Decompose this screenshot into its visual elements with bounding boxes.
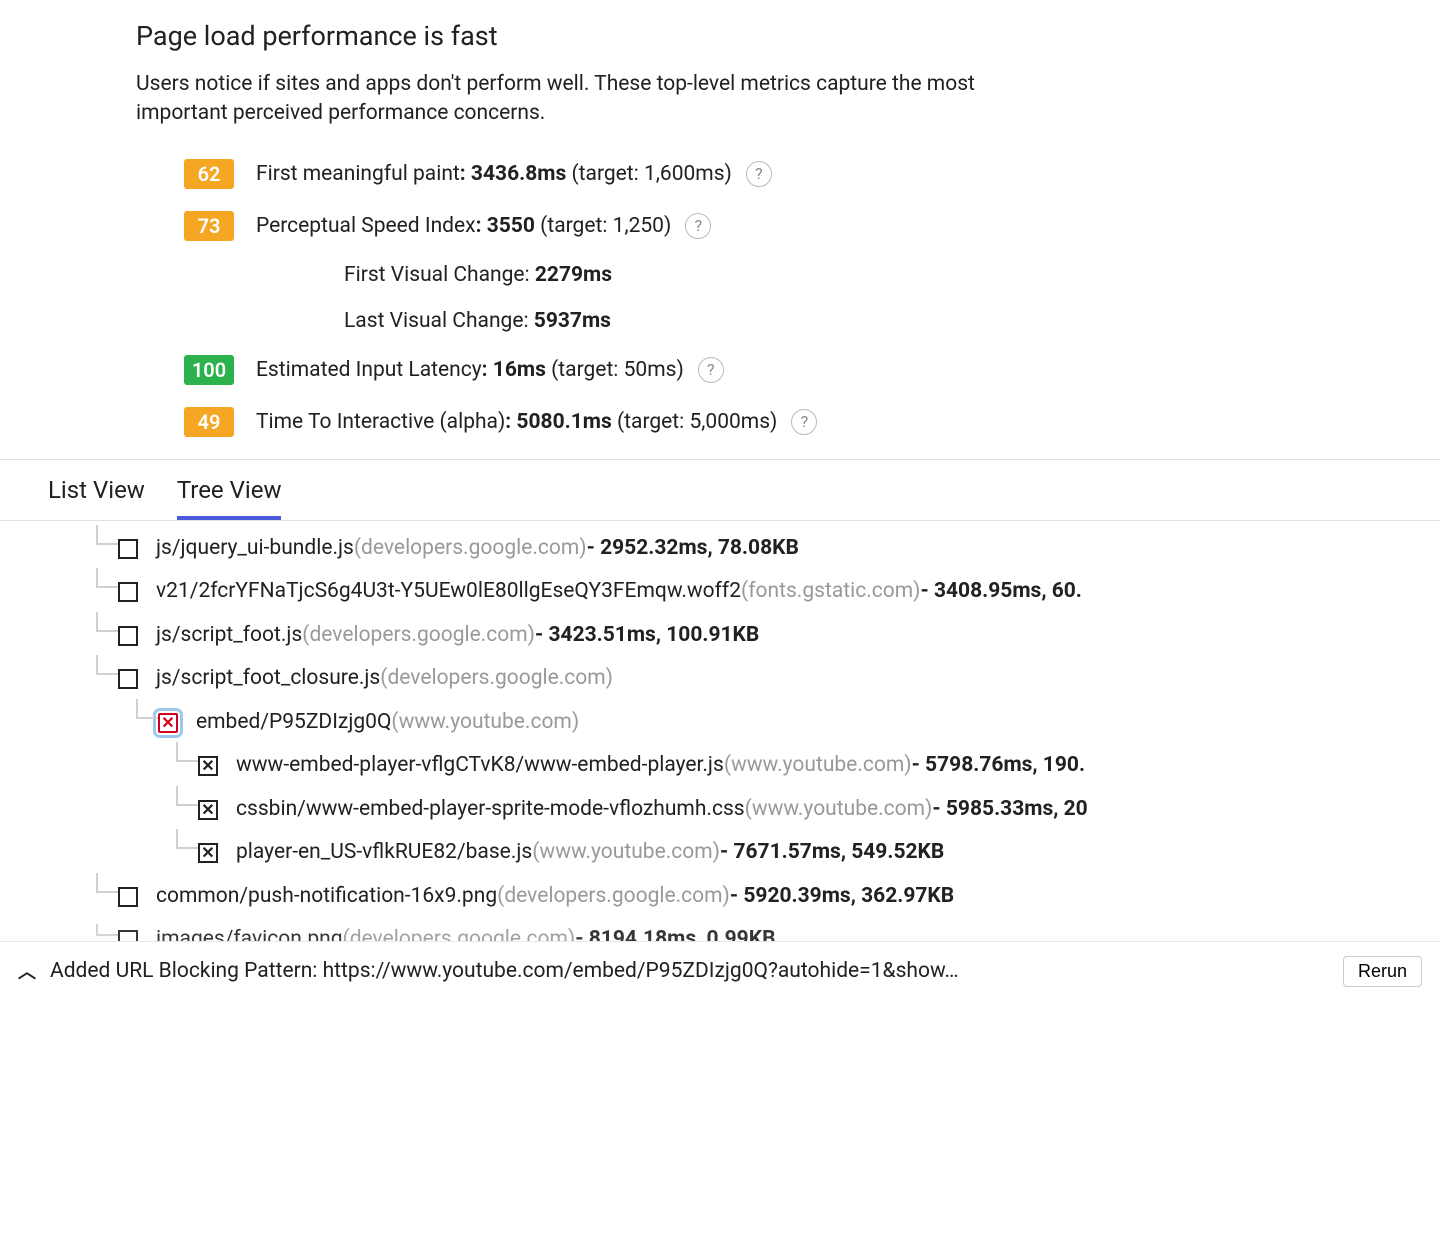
metric-row: 100 Estimated Input Latency: 16ms (target… bbox=[184, 355, 1440, 385]
tree-checkbox-icon[interactable] bbox=[198, 800, 218, 820]
tree-domain: (fonts.gstatic.com) bbox=[741, 576, 920, 608]
tree-connector bbox=[176, 742, 198, 762]
tree-row[interactable]: common/push-notification-16x9.png (devel… bbox=[48, 881, 1440, 913]
tab-tree-view[interactable]: Tree View bbox=[177, 460, 282, 520]
tree-domain: (www.youtube.com) bbox=[532, 837, 720, 869]
tree-row[interactable]: images/favicon.png (developers.google.co… bbox=[48, 924, 1440, 941]
page-title: Page load performance is fast bbox=[136, 20, 1440, 52]
tree-file-name: js/script_foot_closure.js bbox=[156, 663, 380, 695]
tree-stats: - 2952.32ms, 78.08KB bbox=[587, 533, 799, 565]
metric-value: : 16ms bbox=[482, 358, 551, 382]
metric-target: (target: 5,000ms) bbox=[617, 410, 777, 434]
metric-value: : 3550 bbox=[476, 214, 541, 238]
tree-checkbox-icon[interactable] bbox=[118, 930, 138, 941]
metric-label: Estimated Input Latency: 16ms (target: 5… bbox=[256, 358, 684, 382]
tree-connector bbox=[176, 786, 198, 806]
rerun-button[interactable]: Rerun bbox=[1343, 956, 1422, 987]
tree-stats: - 3423.51ms, 100.91KB bbox=[535, 620, 759, 652]
status-text: Added URL Blocking Pattern: https://www.… bbox=[50, 959, 1329, 983]
tree-domain: (developers.google.com) bbox=[497, 881, 730, 913]
tree-stats: - 5798.76ms, 190. bbox=[912, 750, 1085, 782]
tree-checkbox-icon[interactable] bbox=[118, 626, 138, 646]
metrics-list: 62 First meaningful paint: 3436.8ms (targ… bbox=[184, 159, 1440, 437]
tree-connector bbox=[96, 525, 118, 545]
metric-label: First meaningful paint: 3436.8ms (target… bbox=[256, 162, 732, 186]
metric-label: Time To Interactive (alpha): 5080.1ms (t… bbox=[256, 410, 777, 434]
score-badge: 49 bbox=[184, 407, 234, 437]
metric-row: 73 Perceptual Speed Index: 3550 (target: … bbox=[184, 211, 1440, 241]
tree-file-name: common/push-notification-16x9.png bbox=[156, 881, 497, 913]
tree-domain: (www.youtube.com) bbox=[391, 707, 579, 739]
sub-metric-row: Last Visual Change: 5937ms bbox=[344, 309, 1440, 333]
tree-domain: (www.youtube.com) bbox=[724, 750, 912, 782]
tree-connector bbox=[96, 873, 118, 893]
tree-stats: - 5985.33ms, 20 bbox=[932, 794, 1087, 826]
tree-row[interactable]: js/script_foot.js (developers.google.com… bbox=[48, 620, 1440, 652]
tree-domain: (developers.google.com) bbox=[302, 620, 535, 652]
tree-file-name: js/jquery_ui-bundle.js bbox=[156, 533, 354, 565]
metric-value: : 3436.8ms bbox=[460, 162, 572, 186]
tabs-container: List View Tree View bbox=[0, 459, 1440, 521]
tree-view-panel: js/jquery_ui-bundle.js (developers.googl… bbox=[0, 521, 1440, 941]
tree-domain: (www.youtube.com) bbox=[745, 794, 933, 826]
tree-domain: (developers.google.com) bbox=[343, 924, 576, 941]
sub-metric-row: First Visual Change: 2279ms bbox=[344, 263, 1440, 287]
tree-row[interactable]: player-en_US-vflkRUE82/base.js (www.yout… bbox=[48, 837, 1440, 869]
tree-connector bbox=[96, 568, 118, 588]
metric-value: : 5080.1ms bbox=[505, 410, 617, 434]
tree-row[interactable]: embed/P95ZDIzjg0Q (www.youtube.com) bbox=[48, 707, 1440, 739]
tree-checkbox-icon[interactable] bbox=[198, 843, 218, 863]
tree-file-name: embed/P95ZDIzjg0Q bbox=[196, 707, 391, 739]
tree-row[interactable]: v21/2fcrYFNaTjcS6g4U3t-Y5UEw0lE80llgEseQ… bbox=[48, 576, 1440, 608]
tree-file-name: player-en_US-vflkRUE82/base.js bbox=[236, 837, 532, 869]
tree-file-name: www-embed-player-vflgCTvK8/www-embed-pla… bbox=[236, 750, 724, 782]
tree-row[interactable]: cssbin/www-embed-player-sprite-mode-vflo… bbox=[48, 794, 1440, 826]
tree-file-name: v21/2fcrYFNaTjcS6g4U3t-Y5UEw0lE80llgEseQ… bbox=[156, 576, 741, 608]
tree-stats: - 8194.18ms, 0.99KB bbox=[575, 924, 775, 941]
status-bar: ︿ Added URL Blocking Pattern: https://ww… bbox=[0, 942, 1440, 1001]
sub-metric-value: 5937ms bbox=[534, 309, 611, 333]
tree-checkbox-icon[interactable] bbox=[118, 539, 138, 559]
tree-connector bbox=[136, 699, 158, 719]
tree-checkbox-icon[interactable] bbox=[118, 582, 138, 602]
tree-file-name: images/favicon.png bbox=[156, 924, 343, 941]
help-icon[interactable]: ? bbox=[791, 409, 817, 435]
tree-connector bbox=[96, 655, 118, 675]
chevron-up-icon[interactable]: ︿ bbox=[18, 958, 36, 984]
sub-metrics: First Visual Change: 2279ms Last Visual C… bbox=[344, 263, 1440, 333]
tree-checkbox-icon[interactable] bbox=[118, 669, 138, 689]
metric-target: (target: 1,600ms) bbox=[571, 162, 731, 186]
metric-row: 49 Time To Interactive (alpha): 5080.1ms … bbox=[184, 407, 1440, 437]
score-badge: 100 bbox=[184, 355, 234, 385]
tree-checkbox-icon[interactable] bbox=[158, 713, 178, 733]
tree-connector bbox=[96, 924, 118, 936]
metric-target: (target: 50ms) bbox=[551, 358, 684, 382]
tree-row[interactable]: www-embed-player-vflgCTvK8/www-embed-pla… bbox=[48, 750, 1440, 782]
page-description: Users notice if sites and apps don't per… bbox=[136, 70, 1056, 129]
tree-row[interactable]: js/jquery_ui-bundle.js (developers.googl… bbox=[48, 533, 1440, 565]
tree-row[interactable]: js/script_foot_closure.js (developers.go… bbox=[48, 663, 1440, 695]
help-icon[interactable]: ? bbox=[698, 357, 724, 383]
sub-metric-value: 2279ms bbox=[535, 263, 612, 287]
tree-file-name: js/script_foot.js bbox=[156, 620, 302, 652]
metric-target: (target: 1,250) bbox=[540, 214, 671, 238]
tree-stats: - 3408.95ms, 60. bbox=[920, 576, 1081, 608]
help-icon[interactable]: ? bbox=[746, 161, 772, 187]
score-badge: 62 bbox=[184, 159, 234, 189]
tree-stats: - 7671.57ms, 549.52KB bbox=[720, 837, 944, 869]
tree-connector bbox=[176, 829, 198, 849]
tree-file-name: cssbin/www-embed-player-sprite-mode-vflo… bbox=[236, 794, 745, 826]
tree-domain: (developers.google.com) bbox=[354, 533, 587, 565]
help-icon[interactable]: ? bbox=[685, 213, 711, 239]
tree-checkbox-icon[interactable] bbox=[118, 887, 138, 907]
metric-row: 62 First meaningful paint: 3436.8ms (targ… bbox=[184, 159, 1440, 189]
tree-stats: - 5920.39ms, 362.97KB bbox=[730, 881, 954, 913]
tree-checkbox-icon[interactable] bbox=[198, 756, 218, 776]
tree-domain: (developers.google.com) bbox=[380, 663, 613, 695]
metric-label: Perceptual Speed Index: 3550 (target: 1,… bbox=[256, 214, 671, 238]
tree-connector bbox=[96, 612, 118, 632]
score-badge: 73 bbox=[184, 211, 234, 241]
tab-list-view[interactable]: List View bbox=[48, 460, 145, 520]
